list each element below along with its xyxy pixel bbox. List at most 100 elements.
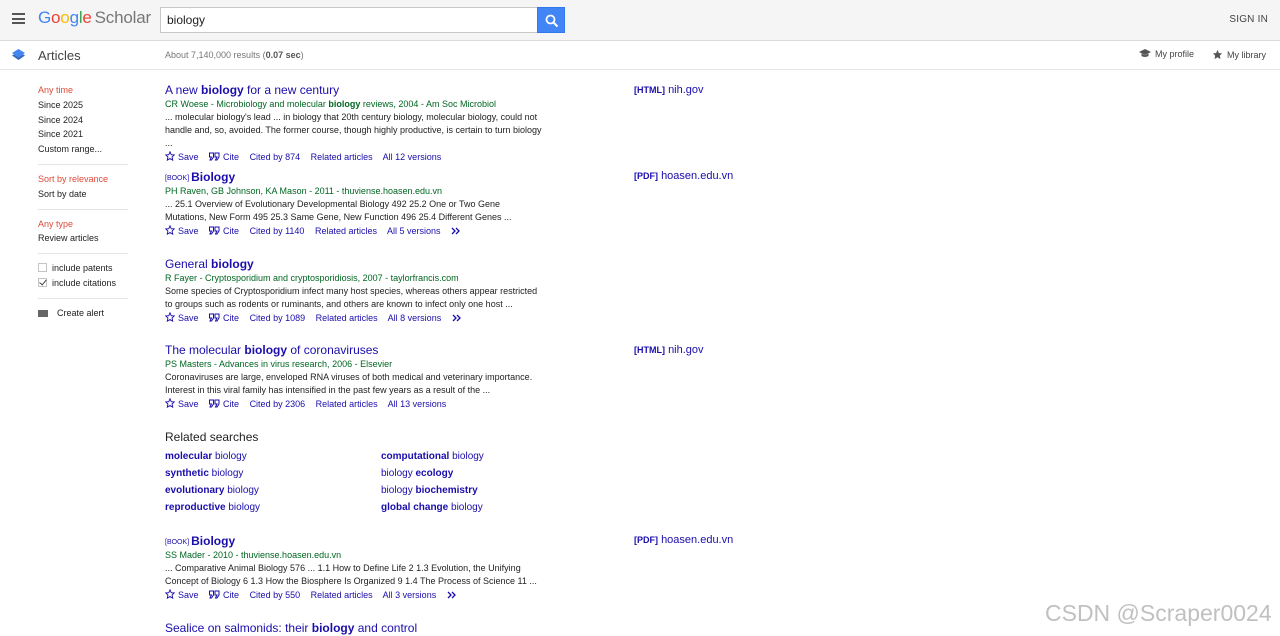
title-highlight: biology: [311, 621, 355, 635]
result-title-link[interactable]: Sealice on salmonids: their biology and …: [165, 621, 755, 635]
cite-button[interactable]: Cite: [209, 399, 239, 409]
sign-in-link[interactable]: SIGN IN: [1229, 14, 1268, 25]
related-bold: reproductive: [165, 502, 226, 513]
save-button[interactable]: Save: [164, 150, 199, 162]
cite-label: Cite: [223, 590, 240, 600]
divider: [38, 253, 128, 255]
snippet-line: to groups such as rodents or ruminants, …: [165, 299, 513, 309]
save-label: Save: [178, 313, 199, 323]
create-alert-button[interactable]: Create alert: [38, 306, 130, 321]
filter-since-2024[interactable]: Since 2024: [38, 113, 130, 128]
my-profile-link[interactable]: My profile: [1139, 49, 1194, 59]
cited-by-link[interactable]: Cited by 874: [250, 152, 301, 162]
related-text: biology: [381, 468, 416, 479]
fulltext-link[interactable]: [PDF] hoasen.edu.vn: [634, 170, 733, 182]
related-articles-link[interactable]: Related articles: [311, 152, 373, 162]
search-button[interactable]: [537, 7, 565, 33]
fulltext-link[interactable]: [PDF] hoasen.edu.vn: [634, 534, 733, 546]
sort-by-date[interactable]: Sort by date: [38, 187, 130, 202]
result-actions: Save Cite Cited by 550 Related articles …: [164, 588, 755, 600]
all-versions-link[interactable]: All 12 versions: [383, 152, 442, 162]
cite-button[interactable]: Cite: [209, 226, 239, 236]
cite-button[interactable]: Cite: [209, 152, 239, 162]
save-button[interactable]: Save: [164, 397, 199, 409]
results-count: About 7,140,000 results (0.07 sec): [165, 50, 304, 60]
articles-icon: [12, 49, 25, 60]
save-label: Save: [178, 226, 199, 236]
cited-by-link[interactable]: Cited by 1140: [250, 226, 305, 236]
cite-button[interactable]: Cite: [209, 313, 239, 323]
fulltext-link[interactable]: [HTML] nih.gov: [634, 344, 704, 356]
divider: [38, 208, 128, 210]
more-icon[interactable]: [452, 313, 466, 323]
related-articles-link[interactable]: Related articles: [315, 226, 377, 236]
all-versions-link[interactable]: All 5 versions: [387, 226, 441, 236]
include-citations-checkbox[interactable]: [38, 277, 47, 287]
logo-suffix: Scholar: [94, 8, 151, 27]
include-patents-checkbox[interactable]: [38, 263, 47, 273]
related-search-link[interactable]: evolutionary biology: [165, 485, 259, 496]
cited-by-link[interactable]: Cited by 2306: [250, 399, 306, 409]
menu-icon[interactable]: [12, 13, 25, 24]
related-searches: Related searches molecular biology compu…: [165, 430, 595, 521]
related-search-link[interactable]: molecular biology: [165, 451, 247, 462]
related-articles-link[interactable]: Related articles: [311, 590, 373, 600]
logo-letter: o: [51, 8, 61, 27]
results-time: 0.07 sec: [265, 50, 301, 60]
result-authors: R Fayer - Cryptosporidium and cryptospor…: [165, 273, 459, 283]
all-versions-link[interactable]: All 3 versions: [383, 590, 437, 600]
related-articles-link[interactable]: Related articles: [316, 313, 378, 323]
related-search-link[interactable]: biology ecology: [381, 468, 453, 479]
section-label: Articles: [38, 48, 81, 63]
source-domain: hoasen.edu.vn: [661, 534, 734, 546]
related-text: biology: [381, 485, 416, 496]
include-patents-option[interactable]: include patents: [38, 261, 130, 276]
related-search-link[interactable]: synthetic biology: [165, 468, 243, 479]
google-scholar-logo[interactable]: Google Scholar: [38, 8, 151, 28]
related-search-link[interactable]: computational biology: [381, 451, 484, 462]
more-icon[interactable]: [447, 590, 461, 600]
title-text: of coronaviruses: [287, 343, 379, 357]
related-text: biology: [208, 468, 244, 479]
search-result: General biology R Fayer - Cryptosporidiu…: [164, 257, 755, 323]
fulltext-link[interactable]: [HTML] nih.gov: [634, 84, 704, 96]
related-search-link[interactable]: global change biology: [381, 502, 483, 513]
save-button[interactable]: Save: [164, 588, 199, 600]
related-bold: global change: [381, 502, 449, 513]
filter-any-time[interactable]: Any time: [38, 83, 130, 98]
filter-since-2025[interactable]: Since 2025: [38, 98, 130, 113]
sort-by-relevance[interactable]: Sort by relevance: [38, 172, 130, 187]
filter-review-articles[interactable]: Review articles: [38, 231, 130, 246]
cited-by-link[interactable]: Cited by 550: [250, 590, 301, 600]
related-search-link[interactable]: reproductive biology: [165, 502, 260, 513]
filter-since-2021[interactable]: Since 2021: [38, 127, 130, 142]
quote-icon: [209, 226, 220, 235]
related-text: biology: [224, 485, 259, 496]
filter-custom-range[interactable]: Custom range...: [38, 142, 130, 157]
star-outline-icon: [164, 397, 176, 409]
book-tag: [BOOK]: [165, 539, 190, 546]
all-versions-link[interactable]: All 13 versions: [388, 399, 447, 409]
result-snippet: Coronaviruses are large, enveloped RNA v…: [165, 371, 550, 397]
snippet-line: handle and, so, avoided. The former cour…: [165, 125, 542, 148]
snippet-line: Interest in this viral family has intens…: [165, 385, 491, 395]
related-articles-link[interactable]: Related articles: [316, 399, 378, 409]
title-highlight: biology: [244, 343, 288, 357]
include-citations-option[interactable]: include citations: [38, 276, 130, 291]
search-input[interactable]: [160, 7, 538, 33]
save-button[interactable]: Save: [164, 311, 199, 323]
all-versions-link[interactable]: All 8 versions: [388, 313, 442, 323]
cited-by-link[interactable]: Cited by 1089: [250, 313, 306, 323]
snippet-line: Coronaviruses are large, enveloped RNA v…: [165, 372, 533, 382]
result-title-link[interactable]: General biology: [165, 257, 755, 271]
title-text: A new: [165, 83, 202, 97]
authors-text: CR Woese - Microbiology and molecular: [165, 99, 329, 109]
related-search-link[interactable]: biology biochemistry: [381, 485, 478, 496]
save-button[interactable]: Save: [164, 224, 199, 236]
my-library-link[interactable]: My library: [1212, 49, 1266, 60]
cite-button[interactable]: Cite: [209, 590, 239, 600]
result-authors: SS Mader - 2010 - thuviense.hoasen.edu.v…: [165, 550, 342, 560]
result-actions: Save Cite Cited by 2306 Related articles…: [164, 397, 755, 409]
filter-any-type[interactable]: Any type: [38, 217, 130, 232]
more-icon[interactable]: [451, 226, 465, 236]
